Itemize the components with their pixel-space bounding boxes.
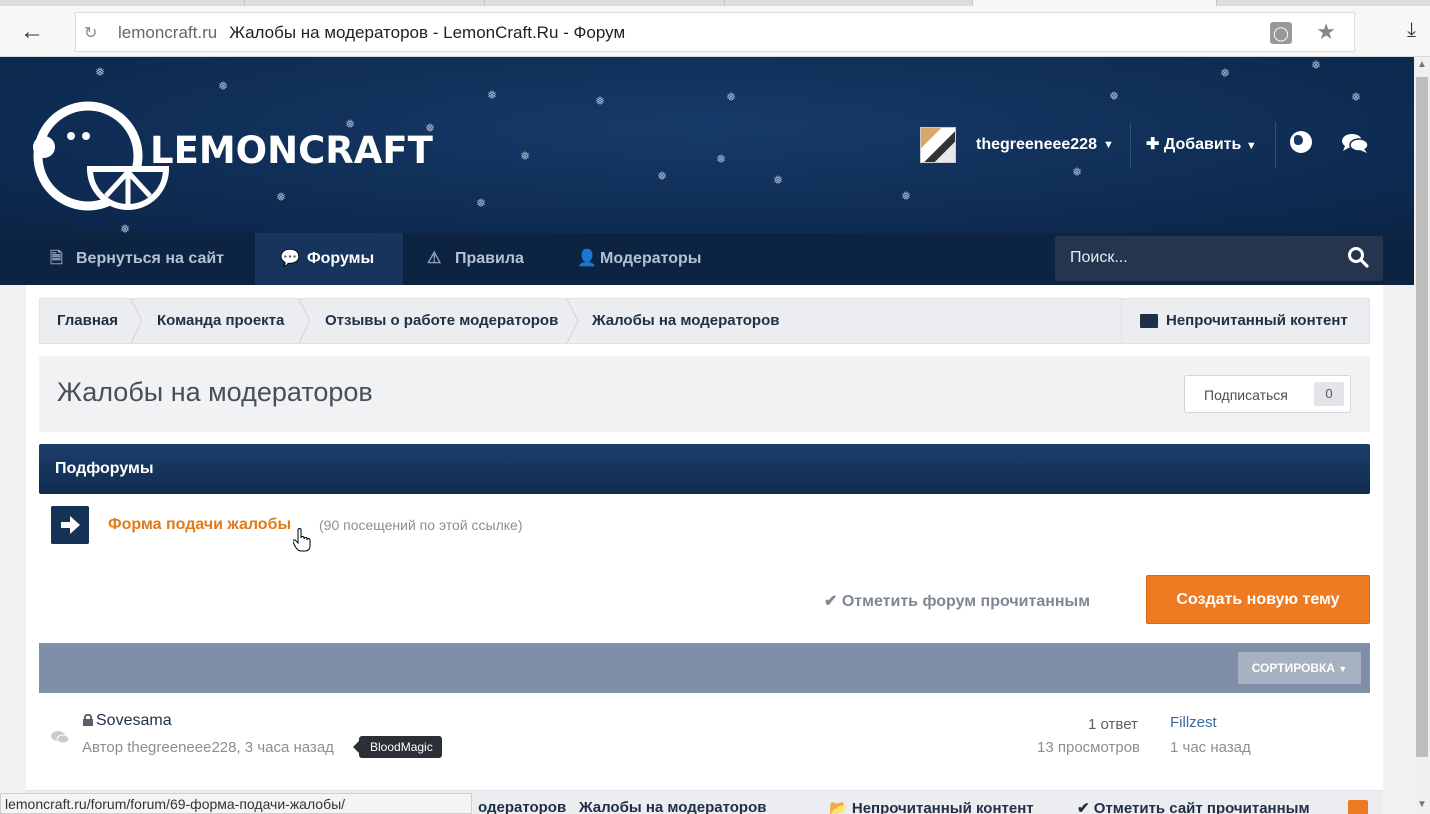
scroll-up-icon[interactable]: ▲: [1417, 59, 1427, 70]
folder-open-icon: [1140, 314, 1158, 328]
address-bar[interactable]: ↻ lemoncraft.ru Жалобы на модераторов - L…: [75, 12, 1355, 52]
browser-status-url: lemoncraft.ru/forum/forum/69-форма-подач…: [0, 793, 472, 814]
download-icon[interactable]: ⤓: [1407, 19, 1416, 42]
address-page-title: Жалобы на модераторов - LemonCraft.Ru - …: [229, 23, 626, 42]
follow-button[interactable]: Подписаться 0: [1184, 375, 1351, 413]
table-row[interactable]: Sovesama Автор thegreeneee228, 3 часа на…: [39, 705, 1370, 775]
scrollbar[interactable]: ▲ ▼: [1414, 57, 1430, 814]
translate-icon[interactable]: ◯: [1270, 22, 1292, 44]
user-icon: 👤: [577, 250, 597, 267]
breadcrumb-separator: [131, 299, 143, 343]
lock-icon: [83, 714, 93, 726]
page-title: Жалобы на модераторов: [57, 377, 373, 407]
mark-site-read-button[interactable]: ✔ Отметить сайт прочитанным: [1077, 799, 1310, 814]
subforums-header: Подфорумы: [39, 444, 1370, 494]
last-poster[interactable]: Fillzest: [1170, 714, 1217, 731]
arrow-right-icon[interactable]: [51, 506, 89, 544]
avatar[interactable]: [920, 127, 956, 163]
divider: [1130, 122, 1131, 168]
breadcrumb-item[interactable]: Команда проекта: [157, 299, 284, 343]
lemon-logo-icon[interactable]: [30, 101, 170, 216]
username[interactable]: thegreeneee228: [976, 136, 1097, 154]
breadcrumb-separator: [567, 299, 579, 343]
search-icon[interactable]: [1347, 246, 1369, 268]
unread-content-label: Непрочитанный контент: [851, 800, 1034, 814]
plus-icon: ✚: [1146, 136, 1160, 153]
chevron-down-icon: ▼: [1102, 139, 1114, 151]
unread-content-link[interactable]: 📂 Непрочитанный контент: [829, 799, 1034, 814]
topic-replies: 1 ответ: [1088, 716, 1138, 733]
chat-bubbles-icon: [51, 731, 69, 744]
nav-item-moderators[interactable]: 👤 Модераторы: [553, 233, 733, 285]
mark-forum-read-button[interactable]: ✔ Отметить форум прочитанным: [824, 591, 1090, 611]
sort-label: СОРТИРОВКА: [1251, 661, 1336, 675]
search-placeholder: Поиск...: [1070, 249, 1128, 266]
main-content: Главная Команда проекта Отзывы о работе …: [26, 285, 1383, 814]
nav-item-label: Форумы: [307, 250, 375, 267]
nav-item-label: Модераторы: [600, 250, 702, 267]
chat-bubbles-icon: 💬: [280, 250, 300, 267]
unread-content-label: Непрочитанный контент: [1166, 312, 1348, 329]
breadcrumb: Главная Команда проекта Отзывы о работе …: [39, 298, 1370, 344]
sort-dropdown[interactable]: СОРТИРОВКА ▼: [1238, 652, 1361, 684]
topic-title[interactable]: Sovesama: [96, 712, 172, 730]
redirect-link[interactable]: Форма подачи жалобы: [108, 516, 291, 534]
nav-item-rules[interactable]: ⚠ Правила: [403, 233, 553, 285]
checkmark-icon: ✔: [824, 593, 838, 610]
address-url: lemoncraft.ru: [118, 23, 218, 42]
back-arrow-icon[interactable]: ←: [18, 18, 46, 46]
checkmark-icon: ✔: [1077, 800, 1090, 814]
nav-item-back-to-site[interactable]: 🗎 Вернуться на сайт: [0, 233, 255, 285]
topic-meta: Автор thegreeneee228, 3 часа назад: [82, 739, 334, 756]
topic-list-header: СОРТИРОВКА ▼: [39, 643, 1370, 693]
subforums-heading: Подфорумы: [55, 460, 154, 477]
globe-icon[interactable]: [1290, 131, 1312, 153]
chevron-down-icon: ▼: [1245, 140, 1257, 152]
nav-item-label: Вернуться на сайт: [76, 250, 225, 267]
main-nav: 🗎 Вернуться на сайт 💬 Форумы ⚠ Правила 👤…: [0, 233, 1414, 285]
last-post-time: 1 час назад: [1170, 739, 1251, 756]
hand-cursor-icon: [293, 528, 311, 552]
folder-open-icon: 📂: [829, 800, 848, 814]
nav-item-label: Правила: [455, 250, 524, 267]
page-header: Жалобы на модераторов Подписаться 0: [39, 356, 1370, 432]
follow-count: 0: [1314, 382, 1344, 406]
add-label: Добавить: [1163, 136, 1242, 153]
breadcrumb-item[interactable]: одераторов: [478, 799, 566, 814]
mark-site-read-label: Отметить сайт прочитанным: [1093, 800, 1310, 814]
browser-toolbar: ← ↻ lemoncraft.ru Жалобы на модераторов -…: [0, 6, 1430, 57]
add-button[interactable]: ✚ Добавить ▼: [1146, 134, 1257, 154]
search-input[interactable]: Поиск...: [1055, 236, 1383, 281]
user-menu[interactable]: thegreeneee228 ▼: [920, 127, 1114, 163]
new-topic-button[interactable]: Создать новую тему: [1146, 575, 1370, 624]
bookmark-star-icon[interactable]: ★: [1316, 19, 1336, 45]
breadcrumb-item[interactable]: Главная: [57, 299, 118, 343]
unread-content-link[interactable]: Непрочитанный контент: [1121, 299, 1369, 343]
document-icon: 🗎: [50, 250, 63, 267]
redirect-meta: (90 посещений по этой ссылке): [319, 517, 523, 533]
reload-icon[interactable]: ↻: [84, 23, 97, 43]
mark-read-label: Отметить форум прочитанным: [841, 593, 1091, 610]
breadcrumb-item[interactable]: Отзывы о работе модераторов: [325, 299, 558, 343]
topic-views: 13 просмотров: [1037, 739, 1141, 756]
scroll-down-icon[interactable]: ▼: [1417, 799, 1427, 810]
logo-text[interactable]: LEMONCRAFT: [150, 129, 433, 172]
rss-icon[interactable]: [1348, 800, 1368, 814]
topic-tag[interactable]: BloodMagic: [353, 736, 442, 758]
breadcrumb-item-current[interactable]: Жалобы на модераторов: [592, 299, 779, 343]
chat-bubbles-icon[interactable]: [1342, 133, 1368, 153]
breadcrumb-item-current[interactable]: Жалобы на модераторов: [579, 799, 766, 814]
nav-item-forums[interactable]: 💬 Форумы: [255, 233, 403, 285]
divider: [1275, 122, 1276, 168]
follow-label: Подписаться: [1204, 387, 1288, 403]
site-header: ❅ ❅ ❅ ❅ ❅ ❅ ❅ ❅ ❅ ❅ ❅ ❅ ❅ ❅ ❅ ❅ ❅ ❅ ❅ ❅ …: [0, 57, 1414, 233]
warning-icon: ⚠: [427, 250, 442, 267]
breadcrumb-separator: [299, 299, 311, 343]
scrollbar-thumb[interactable]: [1416, 77, 1428, 757]
chevron-down-icon: ▼: [1338, 664, 1348, 674]
